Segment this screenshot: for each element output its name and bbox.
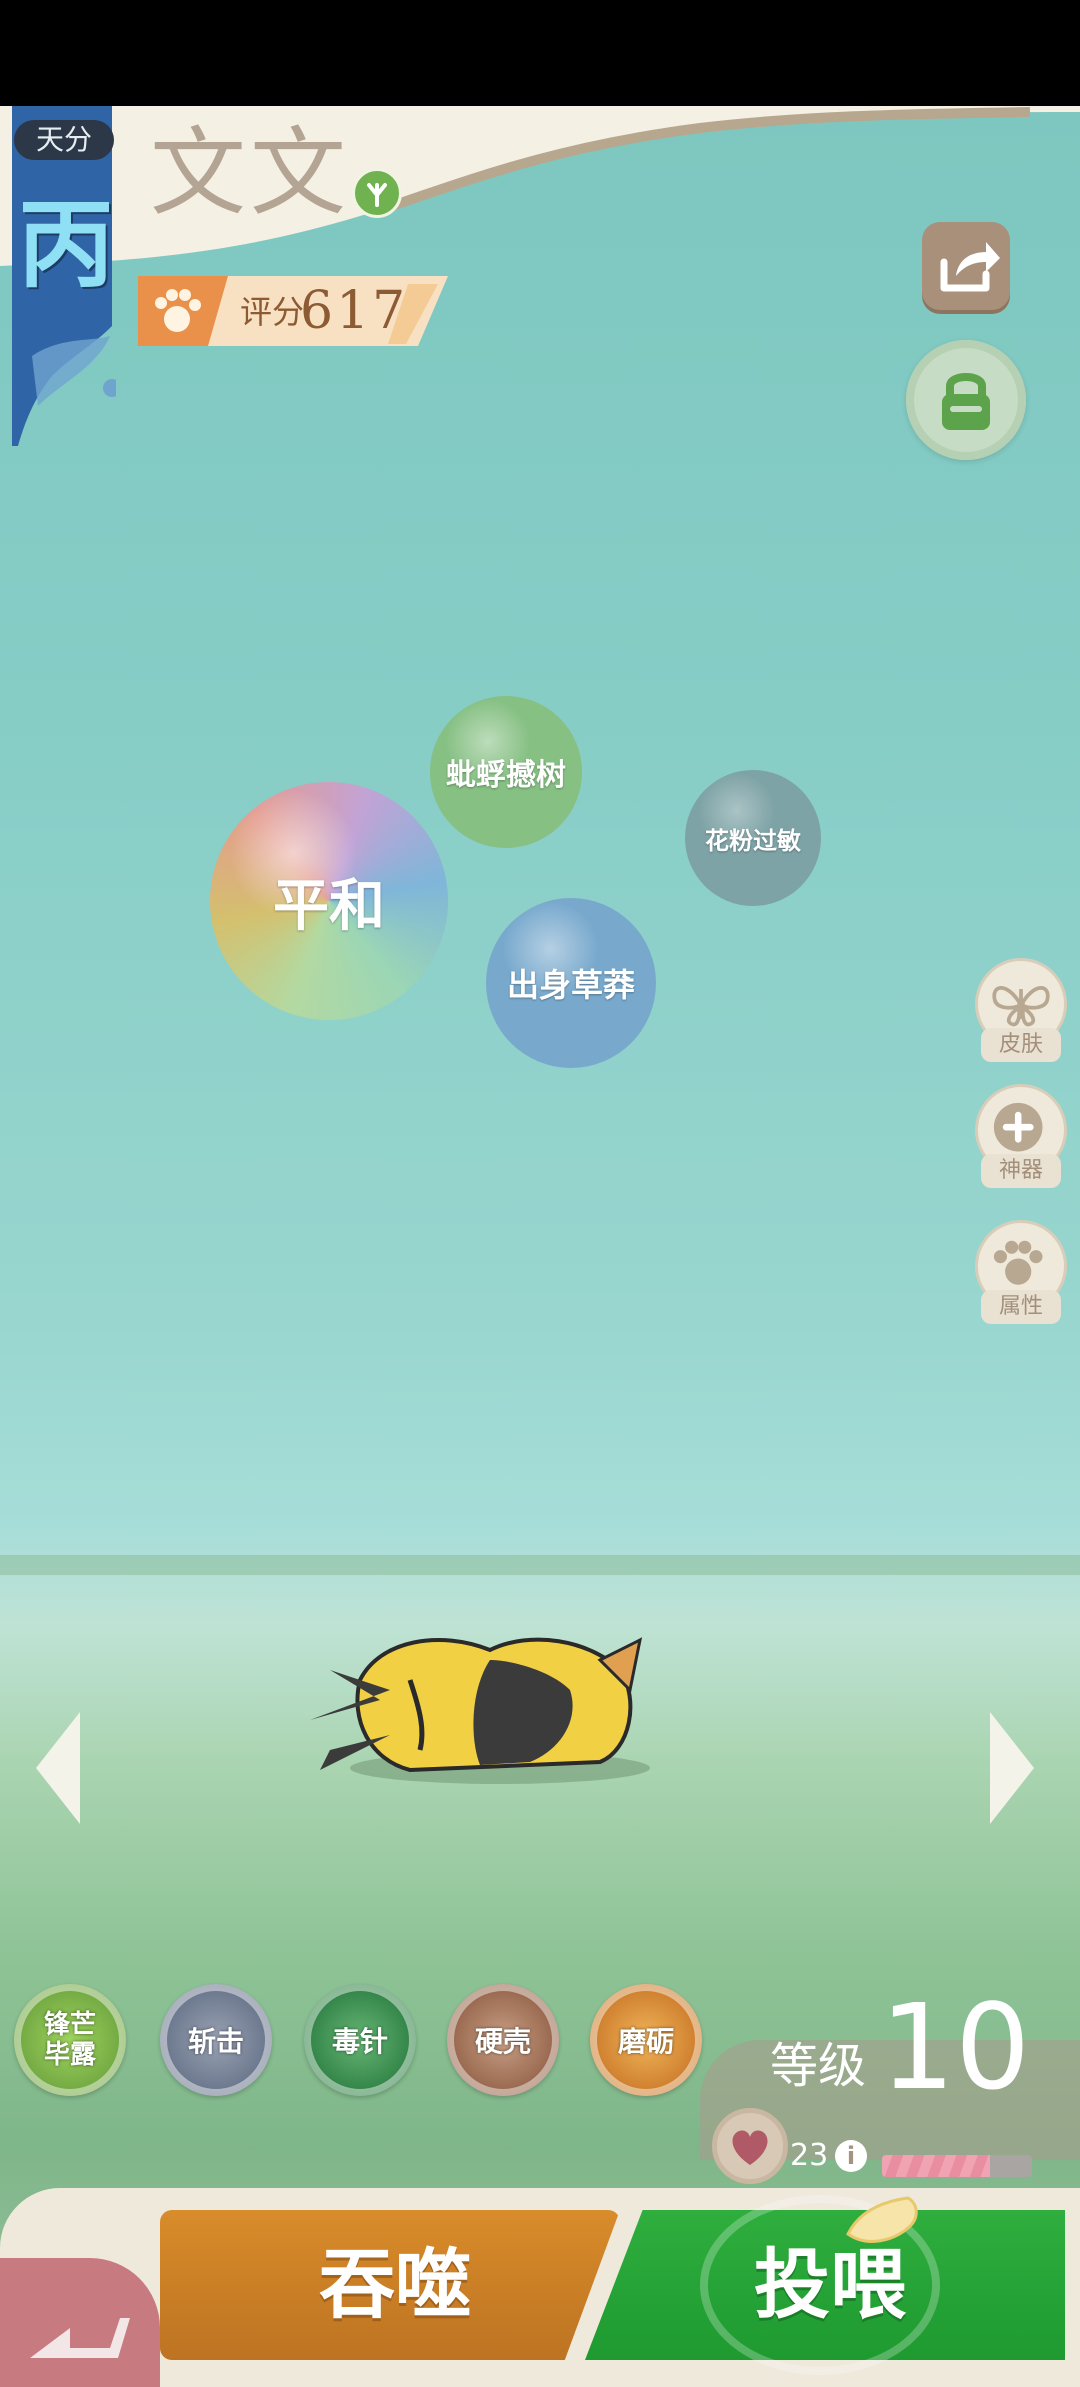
status-bar — [0, 0, 1080, 106]
trait-bubble-pinghe[interactable]: 平和 — [210, 782, 448, 1020]
trait-label: 平和 — [273, 873, 385, 939]
trait-label: 出身草莽 — [506, 966, 635, 1004]
next-pet-arrow[interactable] — [990, 1712, 1034, 1824]
attribute-button-label: 属性 — [981, 1290, 1061, 1324]
grass-horizon — [0, 1555, 1080, 1575]
health-value: 23 — [790, 2138, 829, 2173]
skill-label: 斩击 — [187, 2025, 244, 2058]
lock-icon — [942, 373, 990, 430]
skill-label: 硬壳 — [474, 2025, 531, 2058]
trait-label: 蚍蜉撼树 — [446, 758, 566, 793]
grade-label: 天分 — [14, 120, 114, 160]
trait-bubble-huafen[interactable]: 花粉过敏 — [685, 770, 821, 906]
grade-value: 丙 — [18, 188, 114, 301]
skill-duzhen[interactable]: 毒针 — [304, 1984, 416, 2096]
pet-creature[interactable] — [300, 1600, 680, 1800]
skill-zhanji[interactable]: 斩击 — [160, 1984, 272, 2096]
health-bar-fill — [882, 2155, 990, 2177]
heart-icon — [712, 2108, 788, 2184]
skill-label-line2: 毕露 — [43, 2040, 96, 2070]
devour-button-label: 吞噬 — [319, 2240, 471, 2329]
back-button[interactable] — [0, 2258, 160, 2387]
skill-label: 毒针 — [331, 2025, 388, 2058]
skin-button[interactable]: 皮肤 — [975, 958, 1067, 1068]
info-icon[interactable]: i — [835, 2140, 867, 2172]
share-icon — [940, 242, 1000, 292]
skill-fengmang[interactable]: 锋芒 毕露 — [14, 1984, 126, 2096]
leaf-type-icon — [352, 168, 402, 218]
game-screen: 天分 丙 文文 评分 617 平和 蚍蜉撼树 花粉过敏 出身草莽 皮肤 神器 属… — [0, 0, 1080, 2387]
feed-hand-icon — [846, 2196, 918, 2243]
feed-button-label: 投喂 — [754, 2240, 906, 2329]
skill-yingke[interactable]: 硬壳 — [447, 1984, 559, 2096]
previous-pet-arrow[interactable] — [36, 1712, 80, 1824]
paw-icon — [145, 281, 209, 345]
score-label: 评分 — [240, 293, 305, 331]
skin-button-label: 皮肤 — [981, 1028, 1061, 1062]
share-button[interactable] — [922, 222, 1010, 310]
skill-label: 锋芒 毕露 — [44, 2010, 96, 2070]
pet-name: 文文 — [150, 117, 350, 229]
skill-label-line1: 锋芒 — [43, 2010, 96, 2040]
health-bar — [882, 2155, 1032, 2177]
score-value: 617 — [300, 281, 409, 341]
artifact-button-label: 神器 — [981, 1154, 1061, 1188]
skill-label: 磨砺 — [617, 2025, 674, 2058]
back-icon — [30, 2318, 130, 2358]
level-value: 10 — [880, 1978, 1031, 2116]
trait-label: 花粉过敏 — [705, 826, 801, 855]
lock-button[interactable] — [906, 340, 1026, 460]
trait-bubble-chushen[interactable]: 出身草莽 — [486, 898, 656, 1068]
trait-bubble-qinfu[interactable]: 蚍蜉撼树 — [430, 696, 582, 848]
attribute-button[interactable]: 属性 — [975, 1220, 1067, 1330]
artifact-button[interactable]: 神器 — [975, 1084, 1067, 1194]
level-label: 等级 — [770, 2038, 867, 2094]
skill-moli[interactable]: 磨砺 — [590, 1984, 702, 2096]
